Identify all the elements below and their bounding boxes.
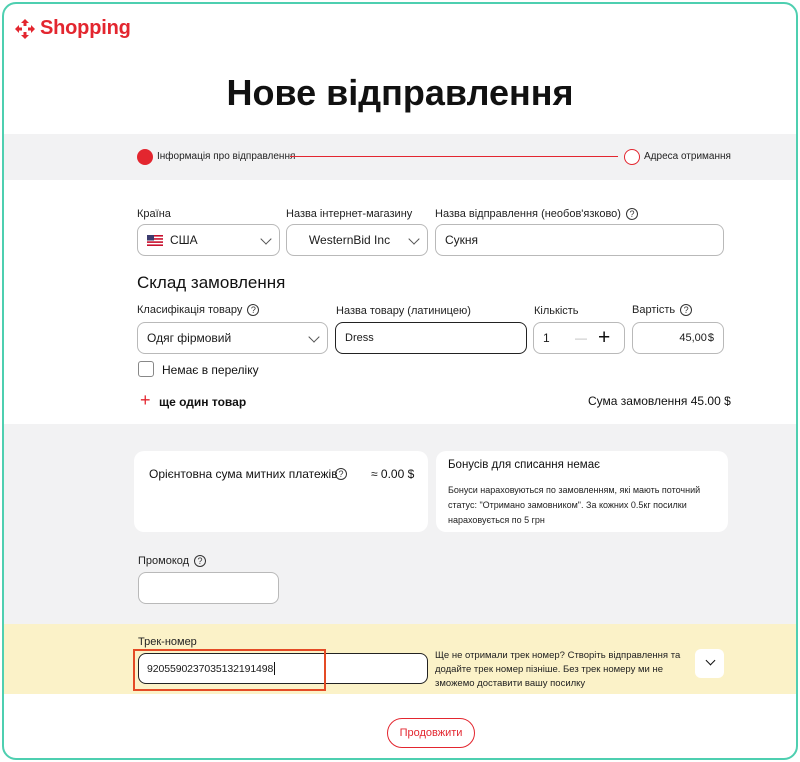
shipment-name-label: Назва відправлення (необов'язково) ? [435,208,638,220]
not-in-list-label[interactable]: Немає в переліку [162,363,259,377]
bonus-text: Бонуси нараховуються по замовленням, які… [448,485,701,525]
continue-button[interactable]: Продовжити [387,718,475,748]
add-item-plus-icon[interactable]: + [140,390,151,411]
quantity-label: Кількість [534,305,579,317]
question-circle-icon[interactable]: ? [335,468,347,480]
order-section-title: Склад замовлення [137,273,286,292]
cost-currency: $ [707,332,714,344]
classification-label-text: Класифікація товару [137,304,243,316]
question-circle-icon[interactable]: ? [247,304,260,316]
question-circle-icon[interactable]: ? [625,208,638,220]
quantity-value[interactable]: 1 [543,331,550,345]
step-2-dot[interactable] [624,149,640,165]
promo-label: Промокод ? [138,555,207,567]
tracking-expand-button[interactable] [695,649,724,678]
tracking-highlight [133,649,326,691]
step-1-label[interactable]: Інформація про відправлення [157,151,295,162]
promo-label-text: Промокод [138,555,190,567]
order-sum: Сума замовлення 45.00 $ [588,394,731,408]
country-value: США [170,233,198,247]
product-name-input[interactable]: Dress [335,322,527,354]
classification-select[interactable]: Одяг фірмовий [137,322,328,354]
tracking-hint: Ще не отримали трек номер? Створіть відп… [435,650,681,689]
store-select[interactable]: WesternBid Inc [286,224,428,256]
chevron-down-icon [308,331,320,343]
tracking-label: Трек-номер [138,636,197,648]
customs-card: Орієнтовна сума митних платежів ? ≈ 0.00… [134,451,428,532]
stepper: Інформація про відправлення Адреса отрим… [4,134,796,180]
quantity-minus-button[interactable]: — [575,331,587,345]
customs-value: ≈ 0.00 $ [371,467,415,481]
bonus-card: Бонусів для списання немає Бонуси нарахо… [436,451,728,532]
store-label: Назва інтернет-магазину [286,208,413,220]
classification-value: Одяг фірмовий [147,331,232,345]
question-circle-icon[interactable]: ? [680,304,693,316]
quantity-plus-button[interactable]: + [598,326,610,350]
chevron-down-icon [705,655,716,666]
shipment-name-value: Сукня [445,233,479,247]
country-label: Країна [137,208,171,220]
promo-input[interactable] [138,572,279,604]
product-name-value: Dress [345,332,374,344]
step-2-label[interactable]: Адреса отримання [644,151,731,162]
logo[interactable]: Shopping [14,17,131,40]
cost-label: Вартість ? [632,304,693,316]
product-name-label: Назва товару (латиницею) [336,305,471,317]
chevron-down-icon [408,233,420,245]
step-1-dot[interactable] [137,149,153,165]
chevron-down-icon [260,233,272,245]
shipment-name-input[interactable]: Сукня [435,224,724,256]
app-frame: Shopping Нове відправлення Інформація пр… [2,2,798,760]
page-title: Нове відправлення [226,72,574,113]
cost-value: 45,00 [679,332,707,344]
shopping-logo-icon [15,18,35,39]
cost-input[interactable]: 45,00 $ [632,322,724,354]
bonus-title: Бонусів для списання немає [448,459,600,471]
step-connector [290,156,618,157]
country-select[interactable]: США [137,224,280,256]
classification-label: Класифікація товару ? [137,304,260,316]
us-flag-icon [147,234,163,246]
quantity-stepper[interactable]: 1 — + [533,322,625,354]
store-value: WesternBid Inc [308,233,391,247]
question-circle-icon[interactable]: ? [194,555,207,567]
shipment-name-label-text: Назва відправлення (необов'язково) [435,208,621,220]
customs-label: Орієнтовна сума митних платежів [149,467,338,481]
logo-text: Shopping [40,17,131,39]
cost-label-text: Вартість [632,304,676,316]
not-in-list-checkbox[interactable] [138,361,154,377]
add-item-button[interactable]: ще один товар [159,395,246,409]
